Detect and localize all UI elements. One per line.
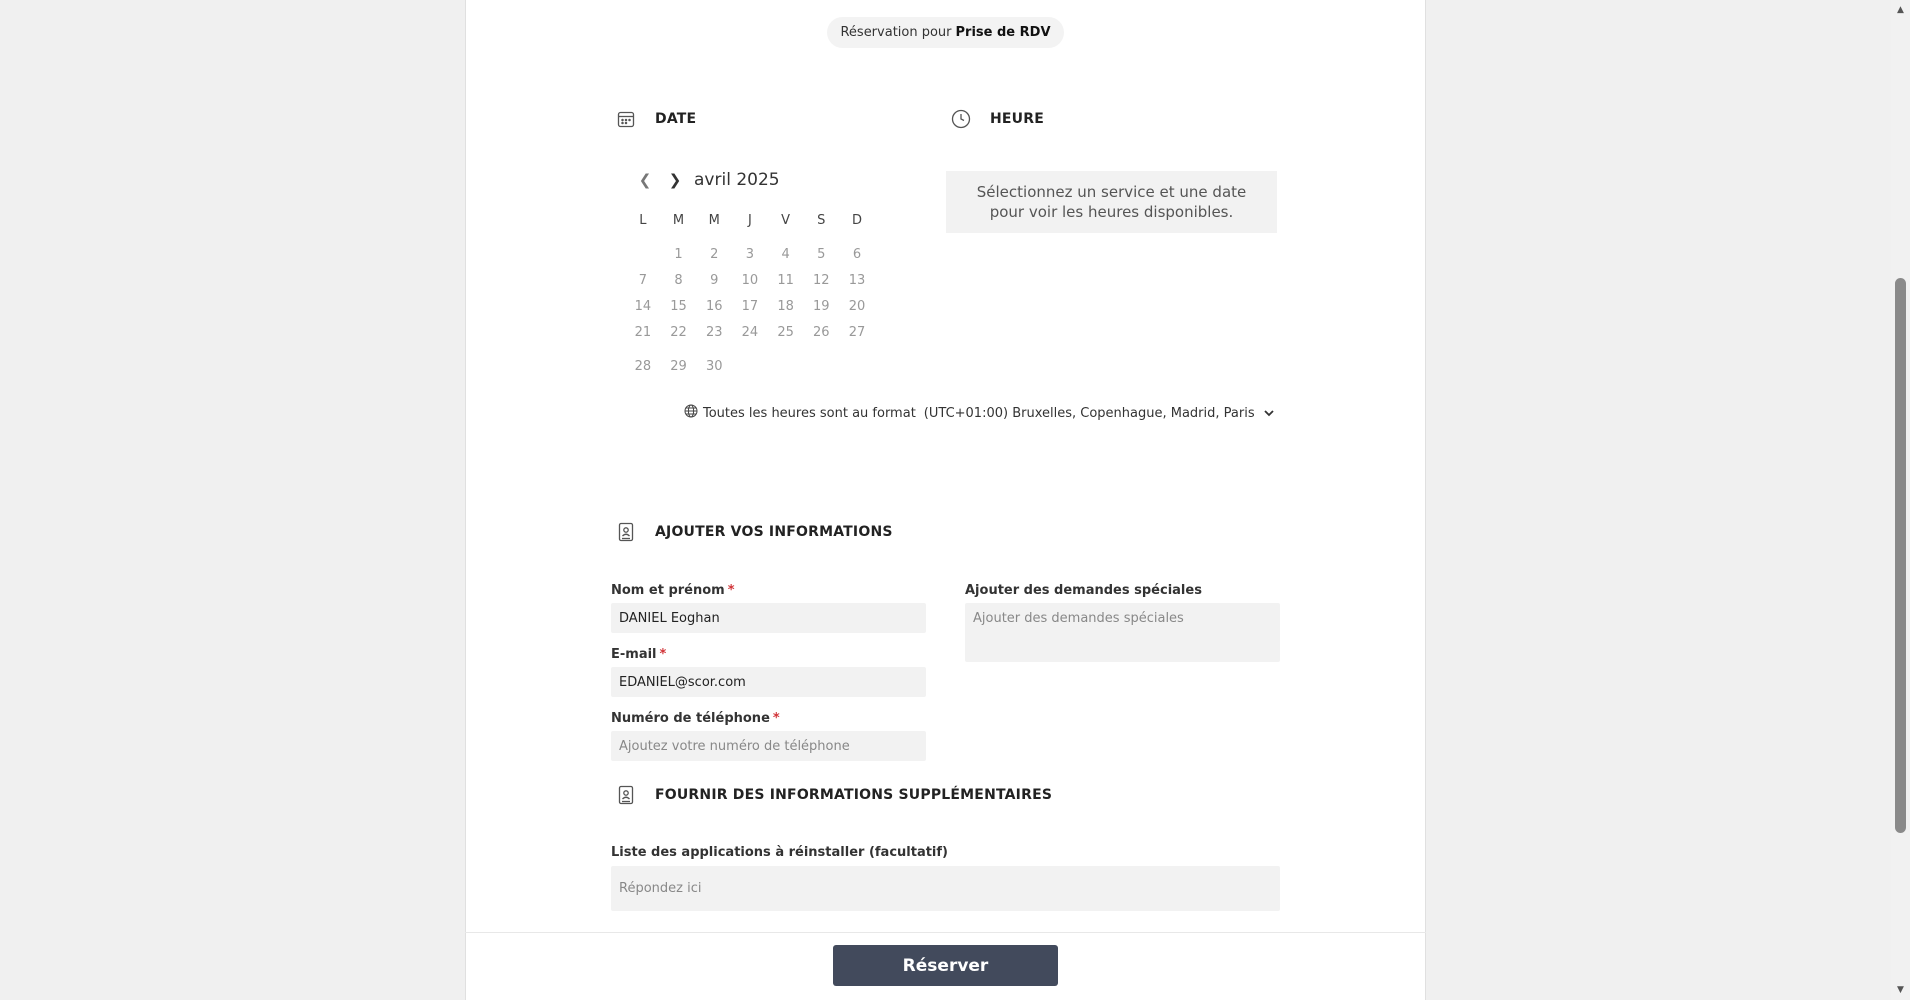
- name-label: Nom et prénom *: [611, 583, 735, 598]
- weekday-label: V: [781, 213, 791, 228]
- service-name: Prise de RDV: [955, 25, 1051, 40]
- email-field[interactable]: [611, 667, 926, 697]
- calendar-day: 18: [777, 299, 794, 314]
- weekday-row: L M M J V S D: [625, 208, 875, 242]
- info-section-title: AJOUTER VOS INFORMATIONS: [655, 524, 893, 540]
- calendar-day: 9: [710, 273, 719, 288]
- apps-field[interactable]: [611, 866, 1280, 911]
- calendar-day: 30: [705, 359, 723, 374]
- special-requests-label: Ajouter des demandes spéciales: [965, 583, 1202, 598]
- calendar-day: 16: [705, 299, 723, 314]
- calendar-grid: L M M J V S D 1 2 3 4 5 6 7 8 9 10 11 12…: [625, 208, 875, 380]
- weekday-label: M: [672, 213, 685, 228]
- calendar-icon: [614, 107, 638, 131]
- service-pill: Réservation pour Prise de RDV: [827, 17, 1064, 48]
- scrollbar-thumb[interactable]: [1895, 278, 1906, 833]
- calendar-day: 15: [670, 299, 687, 314]
- clock-icon: [949, 107, 973, 131]
- email-label-text: E-mail: [611, 647, 657, 662]
- phone-label-text: Numéro de téléphone: [611, 711, 770, 726]
- timezone-prefix: Toutes les heures sont au format: [703, 405, 916, 421]
- phone-field[interactable]: [611, 731, 926, 761]
- name-label-text: Nom et prénom: [611, 583, 725, 598]
- calendar-week: 28 29 30: [625, 354, 875, 380]
- calendar-week: 1 2 3 4 5 6: [625, 242, 875, 268]
- calendar-month: avril 2025: [694, 170, 780, 190]
- weekday-label: S: [817, 213, 826, 228]
- calendar-day: [625, 242, 661, 268]
- required-mark: *: [772, 711, 780, 726]
- calendar-day: 25: [777, 325, 794, 340]
- calendar-week: 21 22 23 24 25 26 27: [625, 320, 875, 346]
- calendar-day: 22: [670, 325, 687, 340]
- calendar-day: 23: [705, 325, 723, 340]
- calendar-day: 7: [638, 273, 647, 288]
- scroll-up-icon[interactable]: ▲: [1891, 2, 1910, 18]
- contact-card-icon: [614, 783, 638, 807]
- service-prefix: Réservation pour: [840, 25, 952, 40]
- calendar-day: [732, 354, 768, 380]
- calendar-day: 17: [741, 299, 759, 314]
- calendar-day: 26: [813, 325, 830, 340]
- calendar-day: 11: [777, 273, 794, 288]
- info-section-header: AJOUTER VOS INFORMATIONS: [614, 520, 893, 544]
- required-mark: *: [727, 583, 735, 598]
- calendar-day: 8: [674, 273, 683, 288]
- chevron-down-icon[interactable]: [1263, 407, 1274, 420]
- phone-label: Numéro de téléphone *: [611, 711, 780, 726]
- calendar-day: 3: [745, 247, 755, 262]
- weekday-label: J: [747, 213, 752, 228]
- calendar-day: [839, 354, 875, 380]
- apps-label: Liste des applications à réinstaller (fa…: [611, 845, 948, 860]
- calendar-day: 10: [741, 273, 759, 288]
- contact-card-icon: [614, 520, 638, 544]
- chevron-right-icon[interactable]: ❯: [660, 168, 690, 192]
- globe-icon: [684, 404, 698, 422]
- calendar-day: 24: [741, 325, 759, 340]
- timezone-value: (UTC+01:00) Bruxelles, Copenhague, Madri…: [923, 405, 1255, 421]
- reserve-button[interactable]: Réserver: [833, 945, 1058, 986]
- timezone-selector[interactable]: Toutes les heures sont au format (UTC+01…: [684, 404, 1274, 422]
- calendar-day: 14: [634, 299, 652, 314]
- calendar-day: 4: [781, 247, 790, 262]
- calendar-day: [803, 354, 839, 380]
- scroll-down-icon[interactable]: ▼: [1891, 982, 1910, 998]
- scrollbar[interactable]: ▲ ▼: [1891, 0, 1910, 1000]
- date-section-title: DATE: [655, 111, 697, 127]
- date-section-header: DATE: [614, 107, 696, 131]
- chevron-left-icon[interactable]: ❮: [630, 168, 660, 192]
- calendar-day: 28: [634, 359, 652, 374]
- time-section-header: HEURE: [949, 107, 1044, 131]
- calendar-day: 13: [848, 273, 866, 288]
- time-availability-message: Sélectionnez un service et une date pour…: [946, 171, 1277, 233]
- calendar-day: 21: [634, 325, 652, 340]
- calendar-day: 19: [813, 299, 830, 314]
- calendar-day: [768, 354, 804, 380]
- calendar-week: 7 8 9 10 11 12 13: [625, 268, 875, 294]
- calendar-day: 2: [710, 247, 719, 262]
- calendar-nav: ❮ ❯ avril 2025: [630, 168, 780, 192]
- name-field[interactable]: [611, 603, 926, 633]
- time-section-title: HEURE: [990, 111, 1044, 127]
- calendar-day: 27: [848, 325, 866, 340]
- calendar-day: 20: [848, 299, 866, 314]
- calendar-day: 5: [817, 247, 826, 262]
- weekday-label: M: [708, 213, 720, 228]
- special-requests-field[interactable]: [965, 603, 1280, 662]
- calendar-day: 6: [852, 247, 862, 262]
- divider: [465, 932, 1426, 933]
- weekday-label: D: [851, 213, 862, 228]
- email-label: E-mail *: [611, 647, 666, 662]
- calendar-day: 29: [670, 359, 687, 374]
- extra-section-header: FOURNIR DES INFORMATIONS SUPPLÉMENTAIRES: [614, 783, 1052, 807]
- weekday-label: L: [639, 213, 647, 228]
- calendar-day: 1: [674, 247, 683, 262]
- required-mark: *: [659, 647, 667, 662]
- calendar-week: 14 15 16 17 18 19 20: [625, 294, 875, 320]
- extra-section-title: FOURNIR DES INFORMATIONS SUPPLÉMENTAIRES: [655, 787, 1053, 803]
- calendar-day: 12: [813, 273, 830, 288]
